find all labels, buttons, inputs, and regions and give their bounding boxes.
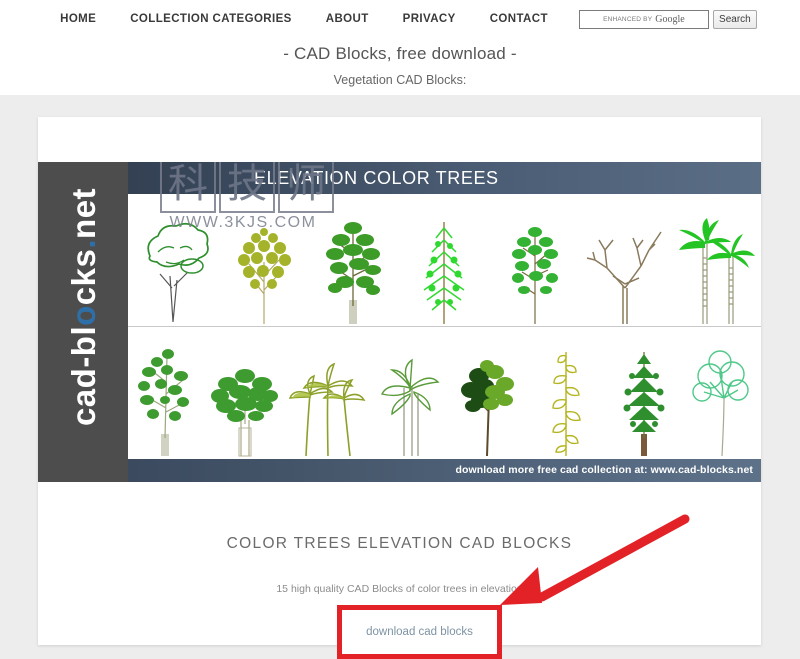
tree-banana-outline [370,333,450,458]
tree-sparse-birch [128,333,206,458]
brand-part-3: net [65,187,102,239]
preview-banner: ELEVATION COLOR TREES [38,162,761,194]
brand-side-panel: cad-blocks.net [38,162,128,482]
preview-footer-bar: download more free cad collection at: ww… [128,459,761,482]
brand-part-2: cks [65,248,102,306]
tree-conifer-bright [400,201,488,326]
tree-ginkgo-outline [683,333,761,458]
google-wordmark: Google [655,13,685,25]
tree-row-bottom [128,328,761,458]
tree-broadleaf-outline [129,201,217,326]
brand-blue-o: o [65,305,102,326]
download-link-label[interactable]: download cad blocks [366,626,473,638]
section-description: 15 high quality CAD Blocks of color tree… [276,583,523,595]
brand-part-1: cad-bl [65,325,102,427]
page-subtitle: Vegetation CAD Blocks: [333,73,467,87]
search-enhanced-by-label: ENHANCED BY [603,15,653,23]
nav-collection-categories[interactable]: COLLECTION CATEGORIES [130,13,292,25]
nav-home[interactable]: HOME [60,13,96,25]
page-header: HOME COLLECTION CATEGORIES ABOUT PRIVACY… [0,0,800,95]
preview-footer-note: download more free cad collection at: ww… [455,464,753,476]
tree-spruce [605,333,683,458]
tree-tall-yellow [527,333,605,458]
nav-about[interactable]: ABOUT [326,13,369,25]
search-form: ENHANCED BY Google Search [578,9,757,29]
tree-dark-oak [450,333,528,458]
section-title: COLOR TREES ELEVATION CAD BLOCKS [226,535,573,552]
preview-image[interactable]: cad-blocks.net ELEVATION COLOR TREES dow… [38,162,761,482]
tree-row-top [128,196,761,326]
tree-palm-pair [672,201,760,326]
tree-round-bush [206,333,284,458]
tree-palm-cluster [284,333,370,458]
nav-contact[interactable]: CONTACT [490,13,548,25]
tree-dense-green [310,201,398,326]
tree-bare-branches [581,201,669,326]
page-title: - CAD Blocks, free download - [283,44,517,63]
main-navigation: HOME COLLECTION CATEGORIES ABOUT PRIVACY… [0,8,800,30]
tree-olive-foliage [220,201,308,326]
brand-side-text: cad-blocks.net [57,169,111,445]
brand-blue-period: . [65,238,102,249]
content-card: cad-blocks.net ELEVATION COLOR TREES dow… [38,117,761,659]
preview-banner-title: ELEVATION COLOR TREES [254,168,499,188]
search-input[interactable]: ENHANCED BY Google [578,9,709,29]
download-cad-blocks-button[interactable]: download cad blocks [337,605,502,659]
preview-row-divider [128,326,761,327]
search-button[interactable]: Search [712,9,757,29]
nav-privacy[interactable]: PRIVACY [403,13,456,25]
tree-maple-small [491,201,579,326]
